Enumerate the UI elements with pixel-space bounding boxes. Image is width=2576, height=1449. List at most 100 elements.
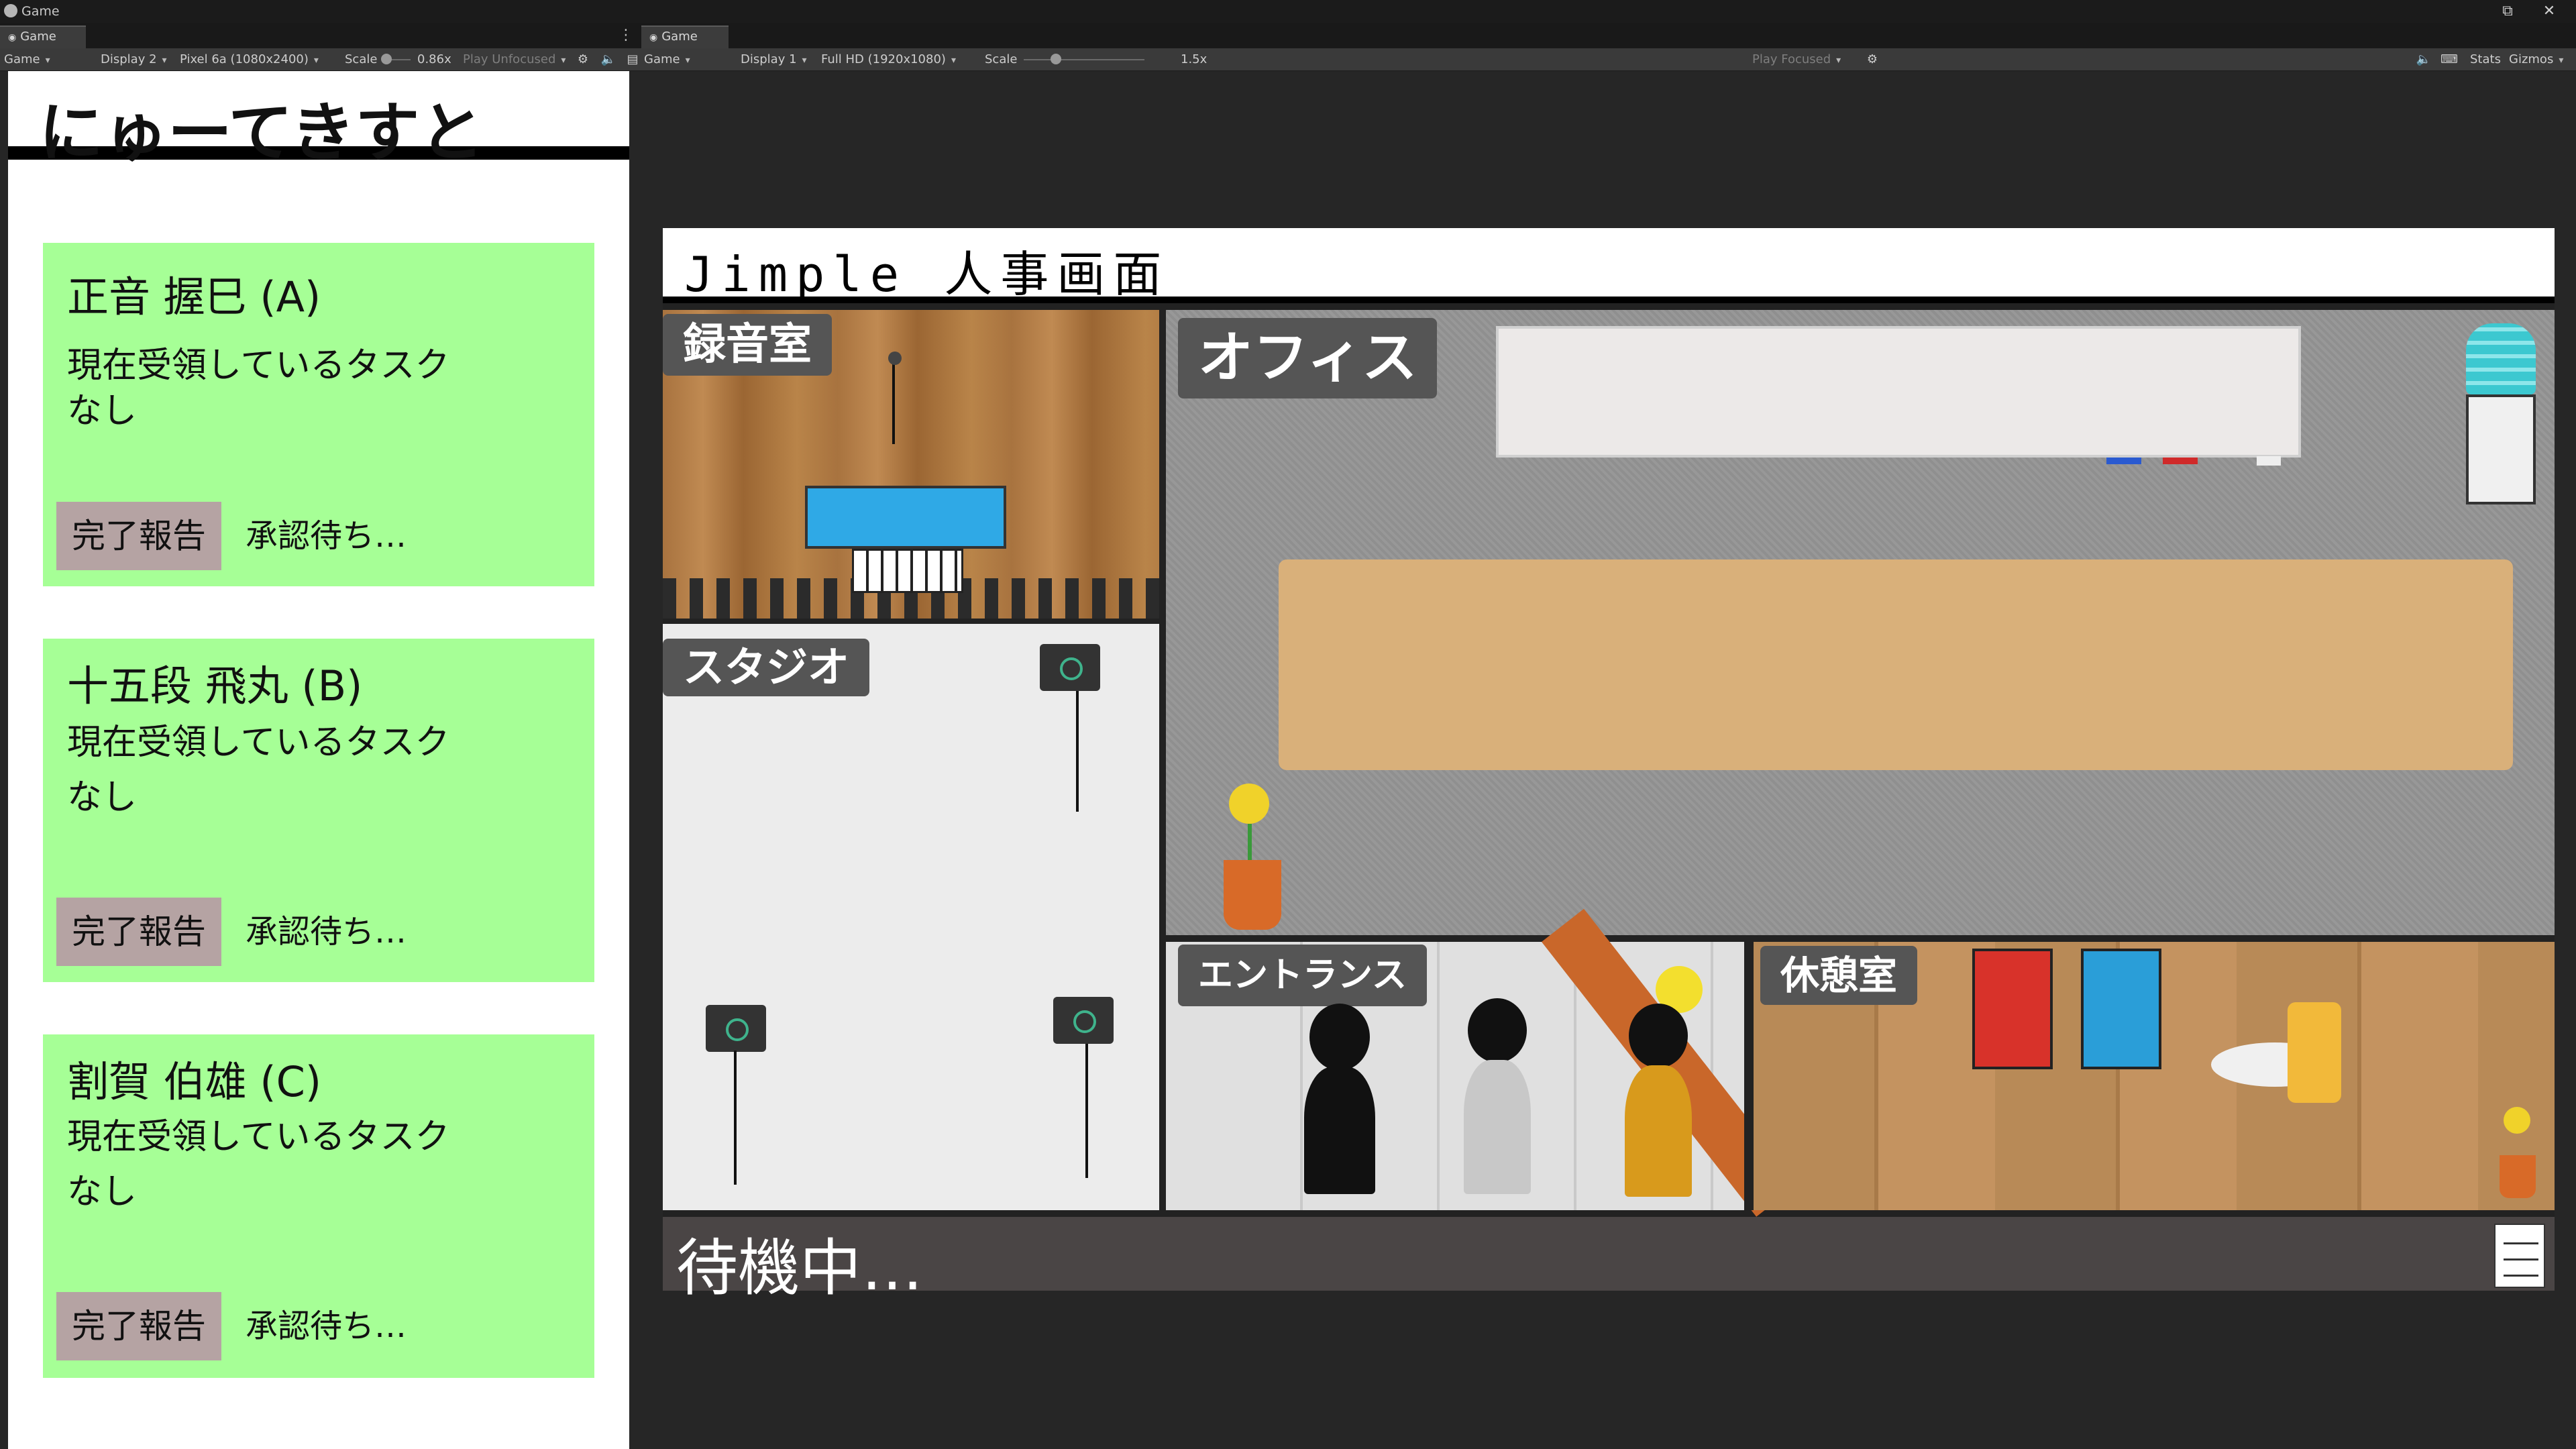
whiteboard (1496, 326, 2301, 458)
audio-icon[interactable]: 🔈 (2415, 51, 2432, 68)
office-table (1279, 559, 2513, 770)
entrance-room-label: エントランス (1178, 945, 1427, 1006)
complete-report-button[interactable]: 完了報告 (56, 898, 221, 966)
piano-keys (852, 549, 963, 593)
employee-card-c: 割賀 伯雄 (C) 現在受領しているタスク なし 完了報告 承認待ち… (43, 1034, 594, 1378)
audio-icon[interactable]: 🔈 (600, 51, 617, 68)
tab-label: Game (20, 30, 56, 44)
game-title: Jimple 人事画面 (684, 246, 1170, 303)
employee-b-body (1464, 1060, 1531, 1194)
speaker-icon (1053, 997, 1114, 1044)
employee-card-b: 十五段 飛丸 (B) 現在受領しているタスク なし 完了報告 承認待ち… (43, 639, 594, 982)
lounge-chair (2288, 1002, 2341, 1103)
flower-icon (1229, 784, 1269, 824)
flower-pot (2500, 1155, 2536, 1198)
eraser (2257, 456, 2281, 466)
display-dropdown[interactable]: Display 1 (741, 48, 807, 71)
play-mode-dropdown[interactable]: Play Focused (1752, 48, 1841, 71)
task-value: なし (67, 1172, 138, 1212)
scale-slider-knob[interactable] (1051, 54, 1061, 64)
vending-machine-blue (2081, 949, 2161, 1069)
flower-icon (2504, 1107, 2530, 1134)
flower-pot (1224, 860, 1281, 930)
wall-divider (1159, 310, 1166, 1210)
tab-game-right[interactable]: ◉ Game (641, 25, 729, 48)
employee-c-body (1625, 1065, 1692, 1197)
studio-room-label: スタジオ (663, 639, 870, 696)
mode-dropdown[interactable]: Game (4, 48, 50, 71)
speaker-stand (1085, 1044, 1088, 1178)
tab-bar: ◉ Game ⋮ ◉ Game (0, 23, 2576, 48)
employee-c-head (1629, 1004, 1688, 1068)
stats-button[interactable]: Stats (2470, 48, 2501, 71)
speaker-stand (1076, 691, 1079, 812)
piano-top (805, 486, 1006, 549)
task-label: 現在受領しているタスク (67, 1117, 450, 1157)
employee-b-head (1468, 998, 1527, 1063)
water-cooler-tank (2466, 323, 2536, 394)
scale-value: 0.86x (417, 52, 451, 66)
gamepad-icon: ◉ (8, 32, 17, 43)
red-marker (2163, 458, 2198, 464)
recording-room[interactable]: 録音室 (663, 310, 1159, 619)
wall-divider (1166, 935, 2555, 942)
gamepad-icon: ◉ (649, 32, 658, 43)
speaker-icon (706, 1005, 766, 1052)
phone-title: にゅーてきすと (39, 95, 484, 170)
resolution-dropdown[interactable]: Full HD (1920x1080) (821, 48, 956, 71)
entrance-room[interactable]: エントランス (1166, 908, 1799, 1217)
resolution-dropdown[interactable]: Pixel 6a (1080x2400) (180, 48, 319, 71)
gizmos-dropdown[interactable]: Gizmos (2509, 48, 2563, 71)
microphone-icon (888, 352, 902, 365)
approval-status: 承認待ち… (246, 913, 407, 951)
scale-slider-track[interactable] (1024, 59, 1144, 60)
phone-header: にゅーてきすと (8, 71, 629, 170)
task-value: なし (67, 391, 138, 431)
memo-icon[interactable] (2494, 1224, 2545, 1288)
scale-label: Scale (985, 52, 1018, 66)
task-label: 現在受領しているタスク (67, 722, 450, 763)
bug-icon[interactable]: ⚙ (574, 51, 592, 68)
office-room-label: オフィス (1178, 318, 1438, 398)
employee-a-body (1304, 1067, 1375, 1194)
office-room[interactable]: オフィス (1166, 310, 2555, 935)
window-titlebar: Game ⧉ ✕ (0, 0, 2576, 23)
tab-label: Game (661, 30, 698, 44)
speaker-icon (1040, 644, 1100, 691)
employee-name: 割賀 伯雄 (C) (67, 1057, 322, 1106)
studio-room[interactable]: スタジオ (663, 624, 1159, 1210)
complete-report-button[interactable]: 完了報告 (56, 502, 221, 570)
right-game-toolbar: Game Display 1 Full HD (1920x1080) Scale… (639, 48, 2576, 71)
approval-status: 承認待ち… (246, 1307, 407, 1345)
keyboard-icon[interactable]: ⌨ (2440, 51, 2458, 68)
mic-stand (892, 364, 895, 444)
vending-machine-red (1972, 949, 2053, 1069)
complete-report-button[interactable]: 完了報告 (56, 1292, 221, 1360)
employee-card-a: 正音 握巳 (A) 現在受領しているタスク なし 完了報告 承認待ち… (43, 243, 594, 586)
tab-game-left[interactable]: ◉ Game (0, 25, 86, 48)
status-text: 待機中… (676, 1232, 924, 1304)
speaker-stand (734, 1051, 737, 1185)
scale-value: 1.5x (1181, 52, 1208, 66)
scale-label: Scale (345, 52, 378, 66)
bug-icon[interactable]: ⚙ (1864, 51, 1881, 68)
lounge-room-label: 休憩室 (1760, 946, 1918, 1005)
task-label: 現在受領しているタスク (67, 345, 450, 386)
close-icon[interactable]: ✕ (2536, 1, 2563, 21)
employee-name: 正音 握巳 (A) (67, 272, 321, 321)
mode-dropdown[interactable]: Game (644, 48, 690, 71)
more-options-icon[interactable]: ⋮ (619, 27, 633, 44)
lounge-room[interactable]: 休憩室 (1754, 942, 2555, 1210)
blue-marker (2106, 458, 2141, 464)
play-mode-dropdown[interactable]: Play Unfocused (463, 48, 566, 71)
restore-icon[interactable]: ⧉ (2494, 1, 2521, 21)
game-header: Jimple 人事画面 (663, 228, 2555, 303)
window-title: Game (21, 4, 60, 19)
approval-status: 承認待ち… (246, 517, 407, 555)
game-status-bar: 待機中… (663, 1217, 2555, 1304)
display-dropdown[interactable]: Display 2 (101, 48, 167, 71)
wall-divider (1744, 942, 1754, 1210)
task-value: なし (67, 777, 138, 818)
scale-slider-knob[interactable] (381, 54, 392, 64)
employee-a-head (1309, 1004, 1370, 1071)
